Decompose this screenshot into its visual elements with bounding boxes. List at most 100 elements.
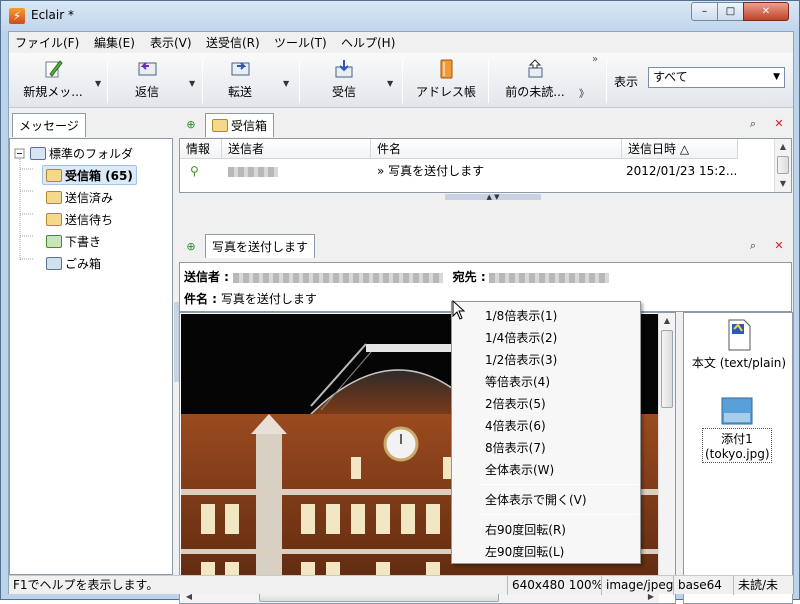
minimize-button[interactable]: – [691,2,718,21]
forward-button[interactable]: 転送 [207,57,273,105]
toolbar-separator [402,59,403,103]
menu-zoom-1x[interactable]: 等倍表示(4) [485,373,550,390]
close-button[interactable]: ✕ [743,2,789,21]
menu-edit[interactable]: 編集(E) [94,34,135,51]
scroll-down-icon[interactable]: ▼ [775,176,791,192]
prev-unread-icon [528,59,543,78]
new-tab-icon[interactable]: ⊕ [185,119,197,131]
receive-icon [335,60,353,78]
scroll-thumb[interactable] [661,330,673,408]
tab-inbox[interactable]: 受信箱 [205,113,275,137]
address-book-button[interactable]: アドレス帳 [409,57,483,105]
scroll-thumb[interactable] [777,156,789,174]
forward-icon [231,62,250,76]
inbox-folder-icon [212,119,228,132]
row-from[interactable] [222,161,371,181]
folder-inbox[interactable]: 受信箱 (65) [42,165,137,185]
header-subject-line: 件名 : 写真を送付します [184,290,317,307]
menu-rotate-right[interactable]: 右90度回転(R) [485,521,566,538]
trash-icon [46,257,62,270]
window-title: Eclair * [31,8,74,22]
menu-tools[interactable]: ツール(T) [274,34,327,51]
receive-dropdown-arrow[interactable]: ▼ [387,79,393,88]
attachment-image-label: 添付1 (tokyo.jpg) [702,428,772,463]
forward-dropdown-arrow[interactable]: ▼ [283,79,289,88]
status-bar: F1でヘルプを表示します。 640x480 100% image/jpeg ba… [9,575,793,595]
search-icon[interactable]: ⌕ [747,240,759,252]
col-from[interactable]: 送信者 [222,139,371,159]
folder-pane: メッセージ 標準のフォルダ 受信箱 (65) 送信済み 送信待ち 下書き ごみ箱 [9,110,174,575]
toolbar-extra-button[interactable]: 》 [579,85,589,100]
menu-zoom-1-8[interactable]: 1/8倍表示(1) [485,307,557,324]
folder-drafts[interactable]: 下書き [46,232,101,252]
col-info[interactable]: 情報 [180,139,222,159]
tab-messages[interactable]: メッセージ [12,113,86,137]
menu-send-receive[interactable]: 送受信(R) [206,34,260,51]
new-tab-icon[interactable]: ⊕ [185,241,197,253]
scroll-up-icon[interactable]: ▲ [659,313,675,329]
toolbar-overflow-chevron[interactable]: » [592,54,598,65]
viewer-scrollbar[interactable]: ▲ ▼ [658,313,675,590]
folder-outbox[interactable]: 送信待ち [46,210,113,230]
search-icon[interactable]: ⌕ [747,118,759,130]
toolbar-separator [488,59,489,103]
tab-message[interactable]: 写真を送付します [205,234,316,258]
menu-rotate-left[interactable]: 左90度回転(L) [485,543,564,560]
subject-value: 写真を送付します [220,292,317,306]
menu-fit-window[interactable]: 全体表示(W) [485,461,554,478]
chevron-down-icon: ▼ [773,72,780,82]
title-bar[interactable]: ⚡ Eclair * – □ ✕ [1,1,799,31]
menu-help[interactable]: ヘルプ(H) [341,34,395,51]
list-splitter[interactable]: ▲ ▼ [445,194,541,201]
menu-zoom-1-2[interactable]: 1/2倍表示(3) [485,351,557,368]
text-document-icon [728,319,751,351]
pencil-icon [45,60,63,78]
new-message-button[interactable]: 新規メッ... [13,57,93,105]
attachment-panel: 本文 (text/plain) 添付1 (tokyo.jpg) [683,312,793,604]
subject-label: 件名 : [184,292,217,306]
toolbar-separator [107,59,108,103]
view-filter-select[interactable]: すべて ▼ [648,67,785,88]
attachment-image[interactable]: 添付1 (tokyo.jpg) [702,397,772,463]
close-tab-icon[interactable]: ✕ [773,118,785,130]
attachment-body[interactable]: 本文 (text/plain) [686,319,792,371]
sent-folder-icon [46,191,62,204]
zoom-context-menu: 1/8倍表示(1) 1/4倍表示(2) 1/2倍表示(3) 等倍表示(4) 2倍… [451,301,641,564]
maximize-button[interactable]: □ [717,2,744,21]
redacted-from [232,272,443,283]
prev-unread-button[interactable]: 前の未読... [493,57,577,105]
reply-button[interactable]: 返信 [113,57,181,105]
mail-icon [30,147,46,160]
folder-trash[interactable]: ごみ箱 [46,254,101,274]
mouse-cursor-icon [452,300,466,320]
drafts-folder-icon [46,235,62,248]
close-tab-icon[interactable]: ✕ [773,240,785,252]
folder-root[interactable]: 標準のフォルダ [30,144,133,164]
menu-zoom-8x[interactable]: 8倍表示(7) [485,439,546,456]
menu-zoom-2x[interactable]: 2倍表示(5) [485,395,546,412]
menu-view[interactable]: 表示(V) [150,34,192,51]
list-scrollbar[interactable]: ▲ ▼ [774,139,791,192]
client-area: ファイル(F) 編集(E) 表示(V) 送受信(R) ツール(T) ヘルプ(H)… [8,31,794,604]
col-date[interactable]: 送信日時 △ [622,139,738,159]
row-date[interactable]: 2012/01/23 15:2... [620,161,740,181]
outbox-folder-icon [46,213,62,226]
menu-file[interactable]: ファイル(F) [15,34,79,51]
status-help: F1でヘルプを表示します。 [13,578,159,592]
redacted-sender [228,166,278,177]
app-window: ⚡ Eclair * – □ ✕ ファイル(F) 編集(E) 表示(V) 送受信… [0,0,800,604]
receive-button[interactable]: 受信 [309,57,379,105]
col-subject[interactable]: 件名 [371,139,622,159]
menu-open-full[interactable]: 全体表示で開く(V) [485,491,587,508]
scroll-up-icon[interactable]: ▲ [775,139,791,155]
toolbar: 新規メッ... ▼ 返信 ▼ 転送 ▼ 受信 ▼ アドレス帳 前の未読... »… [9,53,793,108]
folder-sent[interactable]: 送信済み [46,188,113,208]
toolbar-separator [606,59,607,103]
view-label: 表示 [614,75,639,89]
menu-zoom-1-4[interactable]: 1/4倍表示(2) [485,329,557,346]
reply-dropdown-arrow[interactable]: ▼ [189,79,195,88]
row-subject[interactable]: » 写真を送付します [371,161,622,181]
menu-zoom-4x[interactable]: 4倍表示(6) [485,417,546,434]
new-dropdown-arrow[interactable]: ▼ [95,79,101,88]
menu-separator [480,484,638,485]
